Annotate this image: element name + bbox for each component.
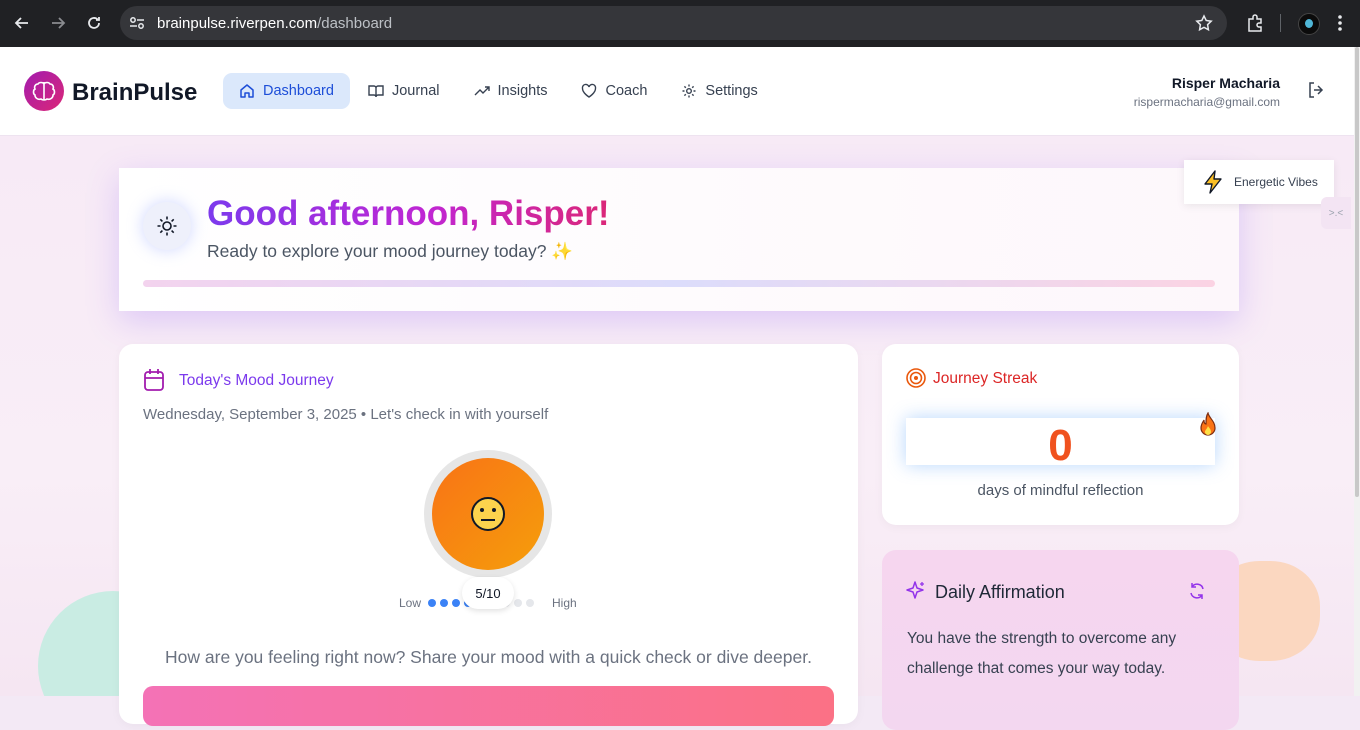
nav-label: Insights	[497, 83, 548, 99]
scale-dot[interactable]	[428, 599, 436, 607]
mood-orb	[432, 458, 544, 570]
nav-insights[interactable]: Insights	[458, 73, 564, 109]
url-text[interactable]: brainpulse.riverpen.com/dashboard	[157, 15, 392, 32]
forward-button[interactable]	[48, 13, 68, 33]
nav-coach[interactable]: Coach	[565, 73, 663, 109]
reload-icon	[88, 17, 100, 29]
mood-score-badge: 5/10	[462, 577, 514, 609]
mood-date: Wednesday, September 3, 2025 • Let's che…	[143, 406, 549, 423]
nav-journal[interactable]: Journal	[352, 73, 456, 109]
url-path: /dashboard	[317, 14, 393, 32]
greeting-title: Good afternoon, Risper!	[207, 194, 610, 233]
sun-icon	[143, 202, 191, 250]
heart-icon	[582, 83, 597, 98]
nav-dashboard[interactable]: Dashboard	[223, 73, 350, 109]
mood-journey-card: Today's Mood Journey Wednesday, Septembe…	[119, 344, 858, 726]
home-icon	[240, 84, 254, 98]
streak-title: Journey Streak	[933, 370, 1038, 387]
address-bar[interactable]: brainpulse.riverpen.com/dashboard	[120, 6, 1227, 40]
refresh-icon[interactable]	[1188, 582, 1206, 600]
nav-label: Settings	[705, 83, 758, 99]
side-panel-tab[interactable]: >.<	[1321, 197, 1351, 229]
browser-toolbar: brainpulse.riverpen.com/dashboard	[0, 0, 1360, 47]
mood-check-button[interactable]	[143, 686, 834, 726]
greeting-subtitle: Ready to explore your mood journey today…	[207, 241, 574, 261]
gear-icon	[682, 84, 696, 98]
scale-high-label: High	[552, 596, 577, 610]
streak-subtitle: days of mindful reflection	[977, 482, 1144, 499]
logout-icon[interactable]	[1307, 81, 1325, 99]
brain-logo-icon[interactable]	[24, 71, 64, 111]
target-icon	[906, 368, 926, 388]
nav-settings[interactable]: Settings	[665, 73, 773, 109]
profile-avatar[interactable]	[1298, 13, 1320, 35]
lightning-icon	[1204, 170, 1222, 194]
vibes-badge[interactable]: Energetic Vibes	[1184, 160, 1334, 204]
more-vertical-icon[interactable]	[1337, 13, 1343, 33]
mood-orb-button[interactable]	[424, 450, 552, 578]
mood-title: Today's Mood Journey	[179, 372, 334, 389]
bookmark-star-icon[interactable]	[1195, 14, 1213, 32]
arrow-left-icon	[14, 17, 28, 29]
book-icon	[368, 85, 384, 98]
scale-dot[interactable]	[514, 599, 522, 607]
user-name: Risper Macharia	[1171, 75, 1280, 91]
site-settings-icon[interactable]	[129, 16, 145, 30]
url-host: brainpulse.riverpen.com	[157, 14, 318, 32]
neutral-face-icon	[471, 497, 505, 531]
arrow-right-icon	[52, 17, 66, 29]
back-button[interactable]	[12, 13, 32, 33]
affirmation-title: Daily Affirmation	[935, 582, 1065, 602]
fire-icon	[1200, 412, 1216, 436]
scale-low-label: Low	[399, 596, 422, 610]
vibes-label: Energetic Vibes	[1234, 175, 1318, 189]
user-email: rispermacharia@gmail.com	[1133, 95, 1280, 109]
scale-dot[interactable]	[452, 599, 460, 607]
greeting-card: Good afternoon, Risper! Ready to explore…	[119, 168, 1239, 311]
nav-label: Dashboard	[263, 83, 334, 99]
scrollbar-thumb[interactable]	[1355, 47, 1359, 497]
streak-count: 0	[1048, 421, 1073, 470]
scale-dot[interactable]	[440, 599, 448, 607]
reload-button[interactable]	[84, 13, 104, 33]
journey-streak-card: Journey Streak 0 days of mindful reflect…	[882, 344, 1239, 525]
daily-affirmation-card: Daily Affirmation You have the strength …	[882, 550, 1239, 730]
app-name[interactable]: BrainPulse	[72, 79, 197, 107]
trending-up-icon	[474, 86, 490, 96]
mood-question: How are you feeling right now? Share you…	[165, 647, 812, 667]
nav-label: Coach	[605, 83, 648, 99]
streak-count-box: 0	[906, 418, 1215, 470]
toolbar-divider	[1280, 14, 1281, 32]
nav-label: Journal	[391, 83, 440, 99]
sparkles-icon	[906, 581, 924, 599]
affirmation-text: You have the strength to overcome any ch…	[907, 630, 1177, 677]
app-header: BrainPulse Dashboard Journal Insights Co…	[0, 47, 1354, 136]
scale-dot[interactable]	[526, 599, 534, 607]
main-nav: Dashboard Journal Insights Coach Setting…	[223, 73, 776, 109]
calendar-icon	[144, 369, 164, 391]
greeting-progress-bar	[143, 280, 1215, 287]
extensions-icon[interactable]	[1245, 13, 1265, 33]
